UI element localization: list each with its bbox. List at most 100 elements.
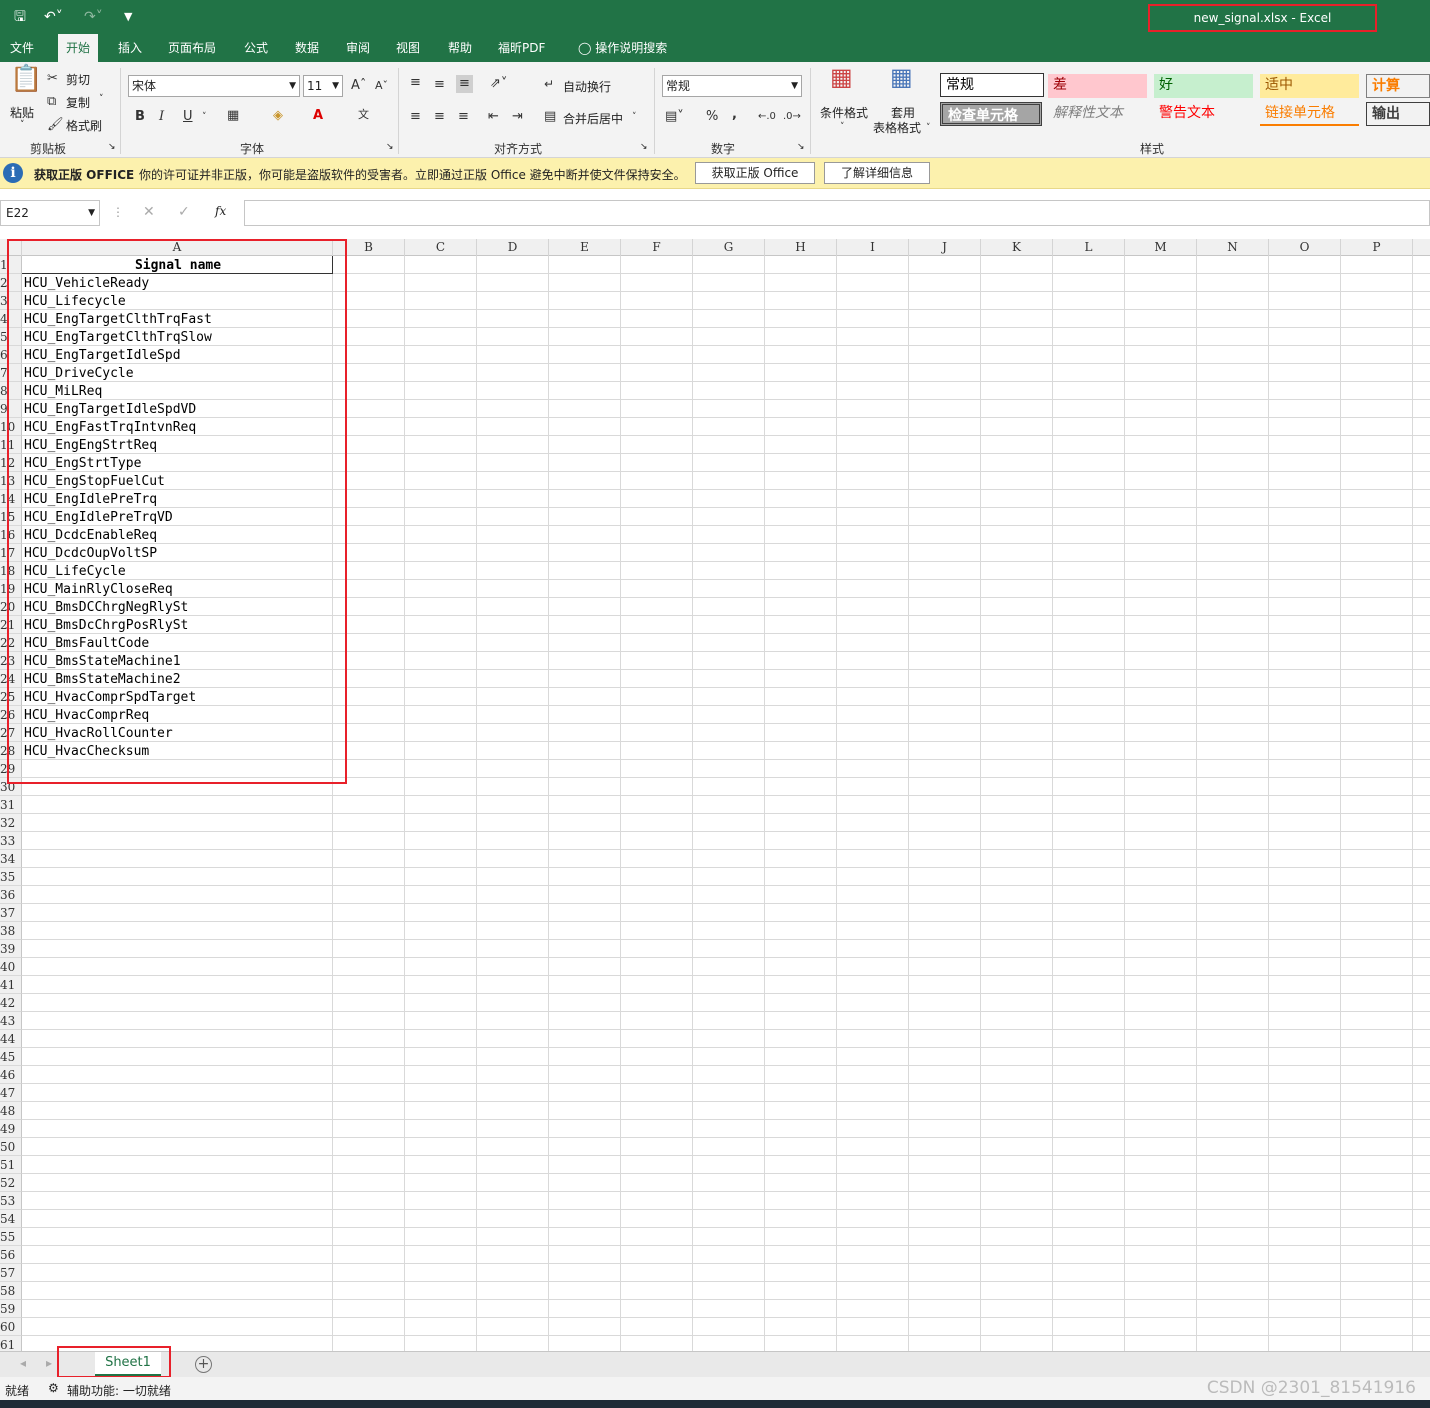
- row-header[interactable]: 56: [0, 1246, 22, 1264]
- row-header[interactable]: 44: [0, 1030, 22, 1048]
- row-header[interactable]: 9: [0, 400, 22, 418]
- style-bad[interactable]: 差: [1048, 74, 1147, 98]
- row-header[interactable]: 29: [0, 760, 22, 778]
- row-header[interactable]: 38: [0, 922, 22, 940]
- cell-a[interactable]: HCU_EngFastTrqIntvnReq: [22, 418, 333, 436]
- row-header[interactable]: 46: [0, 1066, 22, 1084]
- orientation-icon[interactable]: ⇗˅: [490, 75, 507, 93]
- font-size-select[interactable]: 11 ▼: [303, 75, 343, 97]
- comma-style-button[interactable]: ,: [732, 106, 737, 124]
- accessibility-status[interactable]: 辅助功能: 一切就绪: [67, 1382, 171, 1399]
- tab-view[interactable]: 视图: [388, 34, 428, 62]
- style-warning[interactable]: 警告文本: [1154, 102, 1253, 126]
- row-header[interactable]: 21: [0, 616, 22, 634]
- sheet-tab-sheet1[interactable]: Sheet1: [95, 1352, 161, 1376]
- column-header-m[interactable]: M: [1125, 239, 1197, 256]
- row-header[interactable]: 43: [0, 1012, 22, 1030]
- row-header[interactable]: 36: [0, 886, 22, 904]
- column-header-o[interactable]: O: [1269, 239, 1341, 256]
- style-normal[interactable]: 常规: [940, 73, 1044, 97]
- column-header-a[interactable]: A: [22, 239, 333, 256]
- phonetic-icon[interactable]: 文: [358, 106, 369, 124]
- column-header-e[interactable]: E: [549, 239, 621, 256]
- row-header[interactable]: 1: [0, 256, 22, 274]
- row-header[interactable]: 49: [0, 1120, 22, 1138]
- cell-a[interactable]: HCU_MainRlyCloseReq: [22, 580, 333, 598]
- add-sheet-icon[interactable]: +: [195, 1356, 212, 1373]
- save-icon[interactable]: 🖫: [14, 6, 26, 28]
- column-header-b[interactable]: B: [333, 239, 405, 256]
- cell-a[interactable]: HCU_VehicleReady: [22, 274, 333, 292]
- cell-a[interactable]: HCU_BmsStateMachine2: [22, 670, 333, 688]
- column-header-c[interactable]: C: [405, 239, 477, 256]
- row-header[interactable]: 5: [0, 328, 22, 346]
- row-header[interactable]: 3: [0, 292, 22, 310]
- row-header[interactable]: 25: [0, 688, 22, 706]
- font-name-select[interactable]: 宋体 ▼: [128, 75, 300, 97]
- style-calculation[interactable]: 计算: [1366, 74, 1430, 98]
- cancel-button[interactable]: ✕: [143, 204, 155, 220]
- style-good[interactable]: 好: [1154, 74, 1253, 98]
- cell-a[interactable]: HCU_EngIdlePreTrqVD: [22, 508, 333, 526]
- row-header[interactable]: 35: [0, 868, 22, 886]
- cell-a[interactable]: HCU_DcdcEnableReq: [22, 526, 333, 544]
- row-header[interactable]: 33: [0, 832, 22, 850]
- chevron-down-icon[interactable]: ˅: [840, 118, 845, 136]
- customize-quick-access-icon[interactable]: ▼: [124, 6, 132, 28]
- row-header[interactable]: 37: [0, 904, 22, 922]
- fill-color-icon[interactable]: ◈: [273, 107, 283, 125]
- cell-a[interactable]: HCU_DriveCycle: [22, 364, 333, 382]
- cell-a[interactable]: HCU_DcdcOupVoltSP: [22, 544, 333, 562]
- row-header[interactable]: 4: [0, 310, 22, 328]
- row-header[interactable]: 41: [0, 976, 22, 994]
- align-top-icon[interactable]: ≡: [410, 74, 421, 92]
- percent-style-button[interactable]: %: [706, 108, 718, 126]
- bold-icon[interactable]: B: [135, 108, 145, 126]
- paste-button[interactable]: 粘贴: [10, 104, 34, 121]
- row-header[interactable]: 47: [0, 1084, 22, 1102]
- accounting-format-icon[interactable]: ▤˅: [665, 108, 684, 126]
- tab-review[interactable]: 审阅: [338, 34, 378, 62]
- align-bottom-icon[interactable]: ≡: [456, 75, 473, 93]
- row-header[interactable]: 19: [0, 580, 22, 598]
- row-header[interactable]: 58: [0, 1282, 22, 1300]
- row-header[interactable]: 42: [0, 994, 22, 1012]
- row-header[interactable]: 52: [0, 1174, 22, 1192]
- font-launcher-icon[interactable]: ↘: [386, 142, 394, 152]
- worksheet-grid[interactable]: ABCDEFGHIJKLMNOP 1 2 3 4 5 6 7 8 9 10 11 12 13 14 15 16…: [0, 239, 1430, 1351]
- column-header-p[interactable]: P: [1341, 239, 1413, 256]
- row-header[interactable]: 24: [0, 670, 22, 688]
- number-format-select[interactable]: 常规 ▼: [662, 75, 802, 97]
- cell-a[interactable]: HCU_EngTargetIdleSpd: [22, 346, 333, 364]
- underline-icon[interactable]: U: [183, 108, 193, 126]
- row-header[interactable]: 32: [0, 814, 22, 832]
- insert-function-button[interactable]: fx: [215, 204, 226, 218]
- decrease-decimal-icon[interactable]: .0→: [783, 108, 801, 126]
- increase-font-icon[interactable]: Aˆ: [351, 77, 366, 95]
- name-box[interactable]: E22 ▼: [0, 200, 100, 226]
- row-header[interactable]: 55: [0, 1228, 22, 1246]
- scroll-left-icon[interactable]: ◂: [20, 1356, 26, 1370]
- enter-button[interactable]: ✓: [178, 204, 190, 220]
- select-all-corner[interactable]: [0, 239, 22, 256]
- border-icon[interactable]: ▦: [227, 107, 239, 125]
- column-header-j[interactable]: J: [909, 239, 981, 256]
- decrease-font-icon[interactable]: Aˇ: [375, 77, 388, 95]
- italic-icon[interactable]: I: [159, 108, 164, 126]
- column-header-f[interactable]: F: [621, 239, 693, 256]
- format-painter-button[interactable]: 格式刷: [66, 117, 102, 134]
- tab-file[interactable]: 文件: [2, 34, 42, 62]
- row-header[interactable]: 26: [0, 706, 22, 724]
- merge-center-button[interactable]: 合并后居中: [563, 110, 623, 127]
- column-header-d[interactable]: D: [477, 239, 549, 256]
- paste-icon[interactable]: 📋: [10, 66, 42, 92]
- column-header-h[interactable]: H: [765, 239, 837, 256]
- cell-a[interactable]: HCU_HvacComprReq: [22, 706, 333, 724]
- align-right-icon[interactable]: ≡: [458, 108, 469, 126]
- row-header[interactable]: 22: [0, 634, 22, 652]
- row-header[interactable]: 6: [0, 346, 22, 364]
- copy-button[interactable]: 复制: [66, 94, 90, 111]
- font-color-icon[interactable]: A: [313, 107, 323, 125]
- cell-a[interactable]: HCU_LifeCycle: [22, 562, 333, 580]
- chevron-down-icon[interactable]: ˅: [202, 108, 207, 126]
